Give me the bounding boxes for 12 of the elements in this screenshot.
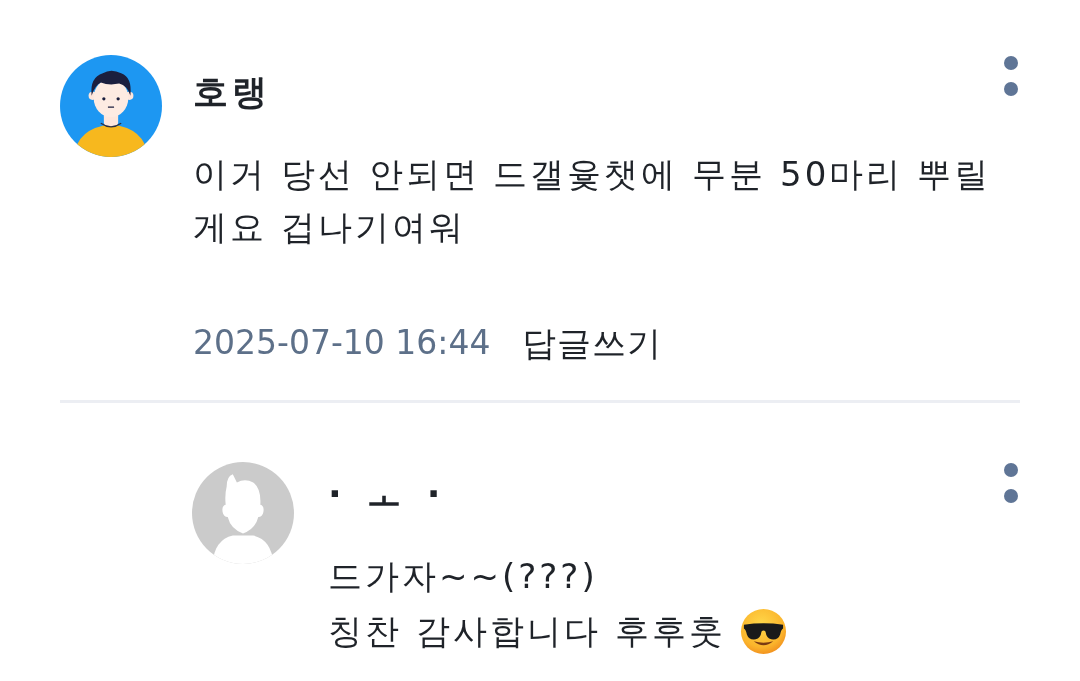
more-options-icon[interactable] <box>1003 462 1019 504</box>
reply-text: 드가자~~(???) <box>328 555 598 598</box>
sunglasses-emoji-icon <box>739 608 787 655</box>
username: 호랭 <box>193 72 271 112</box>
username: · ㅗ · <box>328 474 447 514</box>
reply-link[interactable]: 답글쓰기 <box>522 323 663 363</box>
more-options-icon[interactable] <box>1003 55 1019 97</box>
comment-text: 이거 당선 안되면 드갤윷챗에 무분 50마리 뿌릴 게요 겁나기여워 <box>193 153 993 249</box>
cartoon-avatar-icon <box>60 55 162 157</box>
timestamp: 2025-07-10 16:44 <box>193 323 491 363</box>
silhouette-avatar-icon <box>192 462 294 564</box>
reply-text: 칭찬 감사합니다 후후훗 <box>328 610 726 653</box>
